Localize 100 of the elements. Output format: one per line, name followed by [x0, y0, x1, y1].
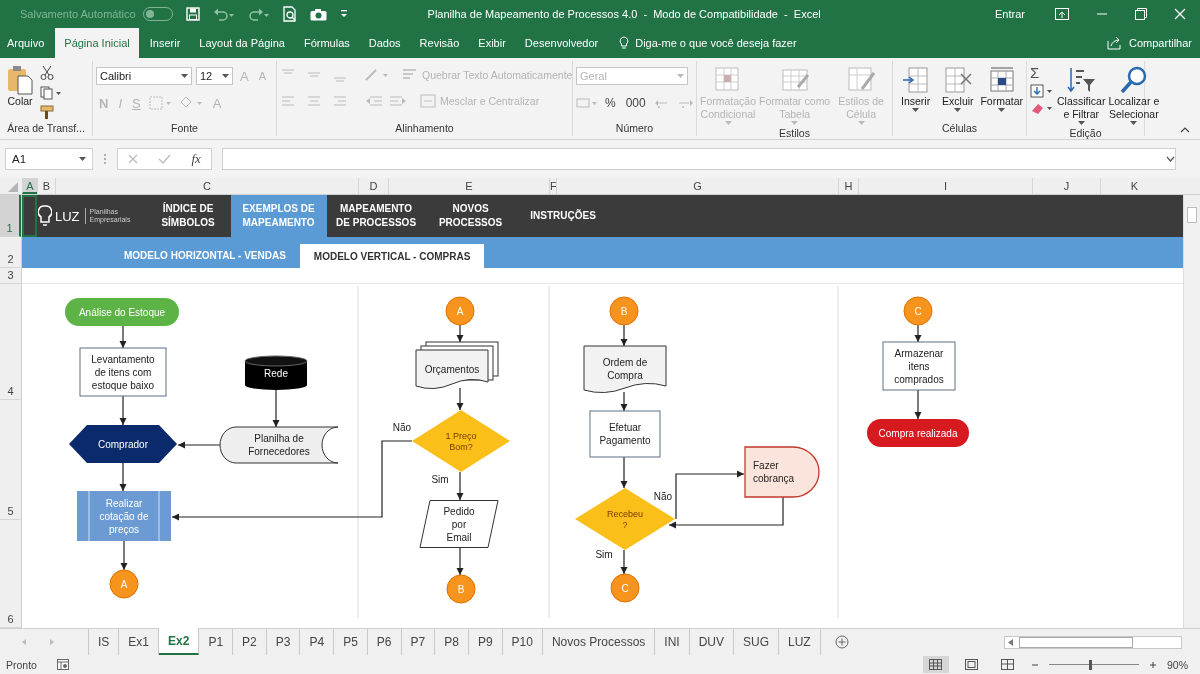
- flow-arrow: [272, 389, 280, 428]
- column-header[interactable]: G: [556, 178, 838, 194]
- share-icon[interactable]: [1107, 36, 1124, 50]
- column-header[interactable]: C: [55, 178, 358, 194]
- eraser-icon[interactable]: [1030, 101, 1054, 115]
- restore-icon[interactable]: [1135, 8, 1147, 20]
- expand-icon[interactable]: [1166, 156, 1175, 162]
- paste-button[interactable]: Colar: [3, 63, 37, 110]
- add-sheet-icon[interactable]: [834, 635, 849, 649]
- zoom-in-icon[interactable]: [1149, 660, 1157, 669]
- scissors-icon[interactable]: [40, 65, 54, 81]
- macro-record-icon[interactable]: [56, 659, 69, 670]
- connector-circle: A: [445, 296, 475, 326]
- subtab[interactable]: MODELO VERTICAL - COMPRAS: [299, 244, 485, 269]
- column-header[interactable]: J: [1032, 178, 1100, 194]
- ribbon-button[interactable]: Excluir: [938, 63, 978, 114]
- page-layout-icon: [965, 659, 979, 670]
- ribbon-tab[interactable]: Inserir: [141, 28, 189, 58]
- sheet-tab[interactable]: Ex2: [159, 628, 200, 655]
- fill-down-icon[interactable]: [1030, 84, 1054, 98]
- ribbon-tab[interactable]: Revisão: [411, 28, 468, 58]
- view-button[interactable]: [923, 656, 949, 673]
- font-name-field[interactable]: Calibri: [96, 67, 192, 85]
- insert-function-button[interactable]: fx: [191, 151, 201, 167]
- column-header[interactable]: H: [838, 178, 858, 194]
- autosum-button[interactable]: Σ: [1030, 65, 1054, 81]
- caret-icon: [912, 108, 920, 112]
- ribbon-tab[interactable]: Exibir: [470, 28, 514, 58]
- format-painter-icon[interactable]: [40, 105, 54, 120]
- row-header[interactable]: 2: [0, 237, 21, 268]
- caret-icon: [954, 108, 962, 112]
- process-box: Efetuar Pagamento: [589, 410, 661, 458]
- row-header[interactable]: 3: [0, 268, 21, 284]
- ribbon-tab[interactable]: Página Inicial: [55, 28, 139, 58]
- drag-handle-icon[interactable]: [103, 153, 107, 165]
- flow-arrow: [119, 325, 127, 349]
- process-box: Levantamento de itens com estoque baixo: [79, 347, 167, 397]
- cancel-icon[interactable]: [128, 154, 139, 164]
- flow-arrow: [914, 324, 922, 343]
- ribbon-tab[interactable]: Dados: [360, 28, 409, 58]
- name-box[interactable]: A1: [5, 148, 93, 170]
- camera-icon[interactable]: [309, 7, 327, 21]
- ribbon-display-icon[interactable]: [1055, 8, 1069, 20]
- collapse-ribbon-icon[interactable]: [1180, 127, 1190, 133]
- branch-label: Sim: [595, 549, 613, 560]
- nav-link[interactable]: NOVOS PROCESSOS: [425, 195, 516, 237]
- column-header[interactable]: E: [388, 178, 549, 194]
- formula-input[interactable]: [222, 148, 1176, 170]
- close-icon[interactable]: [1174, 8, 1186, 20]
- search-icon: [1118, 65, 1149, 95]
- branch-label: Não: [653, 491, 673, 502]
- group-label: Estilos: [778, 127, 811, 139]
- undo-icon[interactable]: [212, 7, 235, 21]
- caret-icon: [79, 157, 86, 161]
- vertical-scrollbar[interactable]: [1183, 195, 1200, 628]
- row-header[interactable]: 1: [0, 195, 21, 237]
- customize-toolbar-icon[interactable]: [339, 9, 348, 19]
- column-header[interactable]: K: [1100, 178, 1168, 194]
- scroll-left-icon[interactable]: [1008, 638, 1014, 646]
- font-size-field[interactable]: 12: [196, 67, 233, 85]
- ribbon-button[interactable]: Formatar: [980, 63, 1023, 114]
- autosave-label: Salvamento Automático: [20, 8, 136, 20]
- ribbon-tab[interactable]: Fórmulas: [295, 28, 358, 58]
- flow-arrow: [119, 462, 127, 492]
- column-header[interactable]: F: [549, 178, 556, 194]
- zoom-level[interactable]: 90%: [1167, 658, 1188, 671]
- column-header[interactable]: I: [858, 178, 1032, 194]
- ribbon-tab[interactable]: Desenvolvedor: [516, 28, 607, 58]
- column-header[interactable]: B: [37, 178, 55, 194]
- nav-link[interactable]: INSTRUÇÕES: [515, 195, 611, 237]
- zoom-thumb[interactable]: [1089, 659, 1093, 670]
- ribbon-button[interactable]: Localizar e Selecionar: [1108, 63, 1160, 127]
- tell-me-field[interactable]: Diga-me o que você deseja fazer: [635, 37, 797, 49]
- column-header[interactable]: A: [22, 178, 37, 194]
- group-label: Fonte: [170, 122, 199, 136]
- copy-icon[interactable]: [40, 86, 62, 100]
- ribbon-tab[interactable]: Arquivo: [0, 28, 53, 58]
- caret-icon: [181, 74, 188, 78]
- ribbon-tab[interactable]: Layout da Página: [191, 28, 293, 58]
- branch-label: Não: [392, 422, 412, 433]
- redo-icon[interactable]: [247, 7, 270, 21]
- print-preview-icon[interactable]: [282, 6, 297, 22]
- lightbulb-icon: [38, 205, 52, 227]
- ribbon-button[interactable]: Classificar e Filtrar: [1057, 63, 1106, 127]
- caret-icon: [791, 121, 799, 125]
- row-header[interactable]: 4: [0, 284, 21, 400]
- check-icon[interactable]: [158, 154, 172, 164]
- save-icon[interactable]: [185, 7, 200, 21]
- nav-link[interactable]: MAPEAMENTO DE PROCESSOS: [326, 195, 426, 237]
- column-header[interactable]: D: [358, 178, 388, 194]
- ribbon-button[interactable]: Inserir: [896, 63, 936, 114]
- sign-in-link[interactable]: Entrar: [995, 8, 1025, 20]
- number-style-button[interactable]: %: [602, 96, 619, 110]
- nav-link[interactable]: ÍNDICE DE SÍMBOLOS: [145, 195, 231, 237]
- row-header[interactable]: 5: [0, 400, 21, 520]
- number-style-button[interactable]: 000: [622, 96, 649, 110]
- flow-arrow: [456, 387, 464, 411]
- share-button[interactable]: Compartilhar: [1129, 37, 1192, 49]
- flow-arrow: [456, 324, 464, 343]
- horizontal-scrollbar[interactable]: [1004, 635, 1182, 649]
